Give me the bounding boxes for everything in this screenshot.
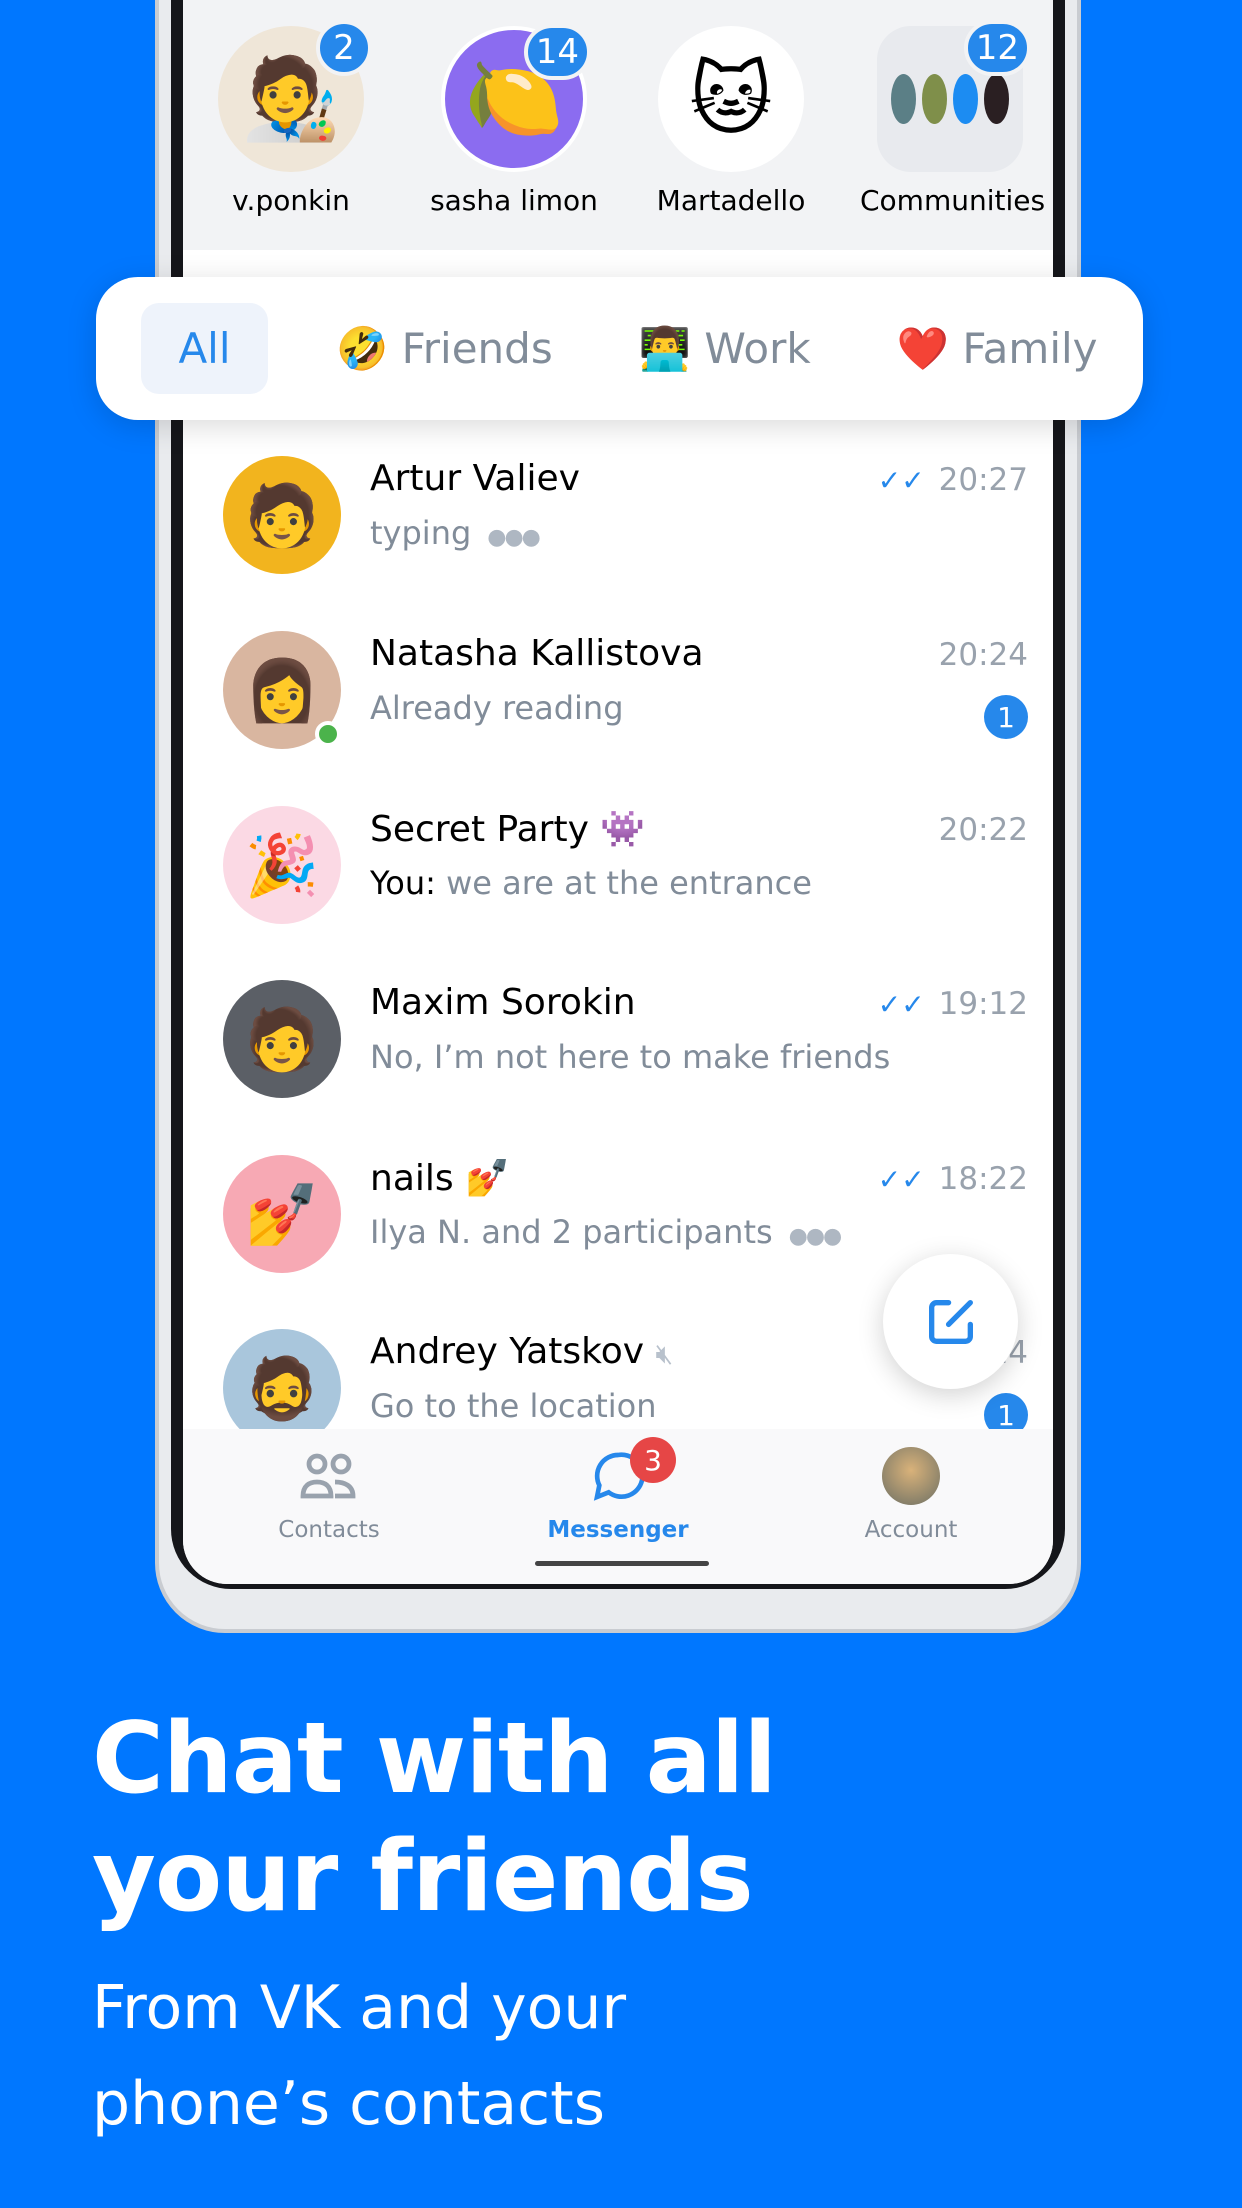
unread-badge: 14 — [523, 24, 591, 80]
avatar: 🧑 — [223, 456, 341, 574]
story-sasha-limon[interactable]: 🍋 14 sasha limon — [424, 24, 604, 217]
double-check-icon: ✓✓ — [877, 1163, 925, 1196]
typing-dots-icon: ●●● — [788, 1224, 843, 1249]
story-name: sasha limon — [430, 184, 598, 217]
chat-time: 20:24 — [938, 637, 1028, 673]
promo-headline: Chat with all your friends — [92, 1702, 777, 1934]
chat-name: Secret Party 👾 — [370, 809, 646, 850]
unread-badge: 3 — [630, 1437, 676, 1483]
promo-subtitle: From VK and your phone’s contacts — [92, 1973, 627, 2139]
story-name: Communities — [860, 184, 1046, 217]
unread-badge: 12 — [963, 20, 1031, 76]
filter-family[interactable]: ❤️ Family — [879, 303, 1116, 394]
typing-dots-icon: ●●● — [487, 525, 541, 550]
chat-preview: No, I’m not here to make friends — [370, 1038, 891, 1076]
technologist-emoji-icon: 👨‍💻 — [638, 323, 691, 373]
chat-sender: You: — [370, 864, 436, 902]
tab-messenger[interactable]: 3 Messenger — [518, 1437, 718, 1543]
story-v-ponkin[interactable]: 🧑‍🎨 2 v.ponkin — [201, 20, 381, 217]
chat-row[interactable]: 🧑 Maxim Sorokin No, I’m not here to make… — [183, 952, 1053, 1127]
chat-preview: we are at the entrance — [446, 864, 812, 902]
tab-account[interactable]: Account — [811, 1443, 1011, 1543]
chat-name: Artur Valiev — [370, 458, 580, 499]
avatar: 💅 — [223, 1155, 341, 1273]
story-communities[interactable]: 12 Communities — [860, 20, 1046, 217]
filter-all[interactable]: All — [141, 303, 268, 394]
avatar: 🐱 — [658, 26, 804, 172]
bottom-tab-bar: Contacts 3 Messenger Account — [183, 1429, 1053, 1584]
chat-row[interactable]: 👩 Natasha Kallistova Already reading 20:… — [183, 603, 1053, 778]
chat-preview: typing — [370, 514, 472, 552]
chat-row[interactable]: 🎉 Secret Party 👾 You: we are at the entr… — [183, 778, 1053, 953]
home-indicator[interactable] — [535, 1561, 709, 1566]
laughing-emoji-icon: 🤣 — [336, 323, 389, 373]
avatar: 🍋 14 — [441, 24, 591, 172]
filter-friends[interactable]: 🤣 Friends — [318, 303, 571, 394]
phone-screen: 🧑‍🎨 2 v.ponkin 🍋 14 sasha limon 🐱 Martadel… — [183, 0, 1053, 1584]
chat-preview: Already reading — [370, 689, 624, 727]
double-check-icon: ✓✓ — [877, 988, 925, 1021]
story-martadello[interactable]: 🐱 Martadello — [641, 26, 821, 217]
story-name: Martadello — [656, 184, 806, 217]
heart-emoji-icon: ❤️ — [896, 323, 950, 373]
chat-name: Natasha Kallistova — [370, 633, 704, 674]
tab-contacts[interactable]: Contacts — [229, 1443, 429, 1543]
compose-icon — [928, 1299, 973, 1344]
avatar: 🧑 — [223, 980, 341, 1098]
online-indicator — [315, 721, 341, 747]
chat-filter-tabs: All 🤣 Friends 👨‍💻 Work ❤️ Family — [96, 277, 1143, 420]
chat-row[interactable]: 🧑 Artur Valiev typing ●●● ✓✓ 20:27 — [183, 428, 1053, 603]
unread-badge: 1 — [984, 695, 1028, 739]
compose-button[interactable] — [883, 1254, 1018, 1389]
muted-icon: 🔇︎ — [655, 1337, 674, 1370]
avatar: 🧑‍🎨 2 — [218, 20, 372, 172]
account-avatar — [882, 1447, 940, 1505]
unread-badge: 2 — [316, 20, 372, 76]
double-check-icon: ✓✓ — [877, 464, 925, 497]
chat-preview: Go to the location — [370, 1387, 657, 1425]
chat-name: Andrey Yatskov — [370, 1331, 645, 1372]
filter-work[interactable]: 👨‍💻 Work — [621, 303, 829, 394]
avatar: 👩 — [223, 631, 341, 749]
chat-time: 18:22 — [938, 1161, 1028, 1197]
story-name: v.ponkin — [232, 184, 350, 217]
chat-preview: Ilya N. and 2 participants — [370, 1213, 773, 1251]
chat-time: 20:22 — [938, 812, 1028, 848]
contacts-icon — [300, 1453, 356, 1499]
chat-name: Maxim Sorokin — [370, 982, 636, 1023]
chat-time: 19:12 — [938, 986, 1028, 1022]
stories-row: 🧑‍🎨 2 v.ponkin 🍋 14 sasha limon 🐱 Martadel… — [183, 0, 1053, 250]
communities-avatar-grid: 12 — [877, 20, 1031, 172]
chat-time: 20:27 — [938, 462, 1028, 498]
chat-name: nails 💅 — [370, 1158, 510, 1199]
avatar: 🎉 — [223, 806, 341, 924]
